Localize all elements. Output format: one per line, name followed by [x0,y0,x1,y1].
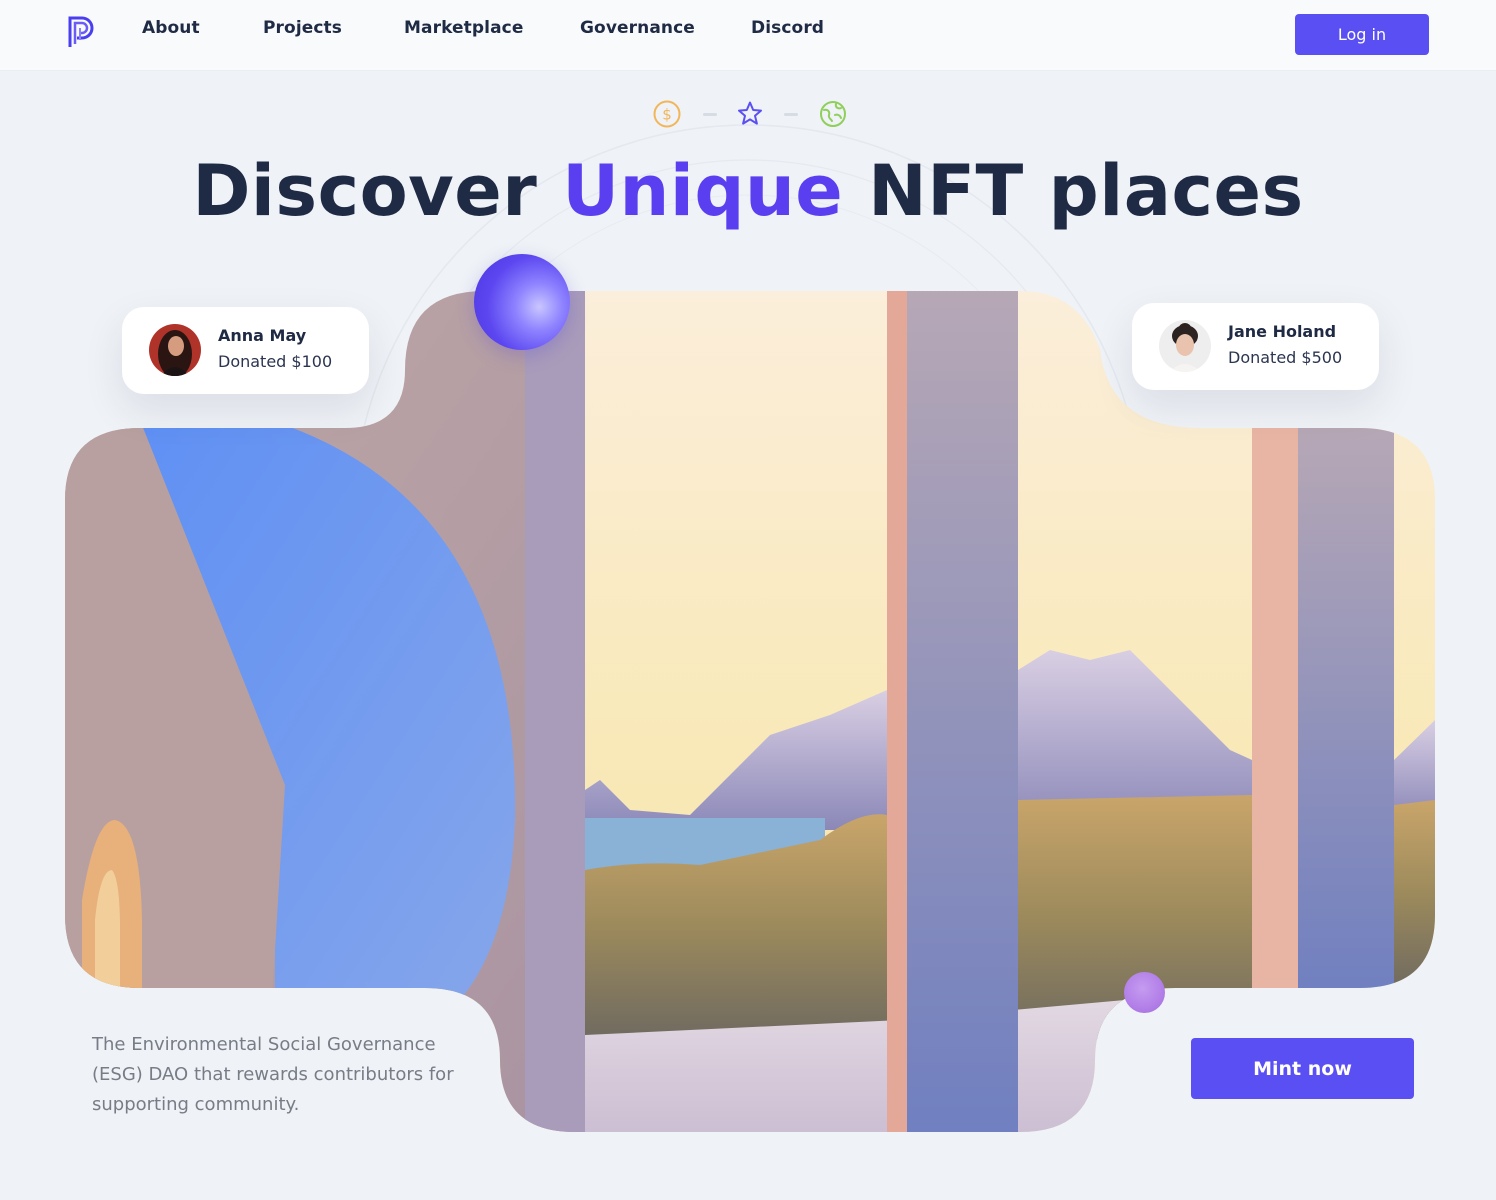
avatar [149,324,201,376]
hero-artwork [65,291,1435,1132]
donor-card: Anna May Donated $100 [122,307,369,394]
donor-amount: Donated $100 [218,352,333,371]
mint-now-button[interactable]: Mint now [1191,1038,1414,1099]
avatar-portrait-icon [149,324,201,376]
decorative-sphere-small [1124,972,1165,1013]
decorative-sphere [474,254,570,350]
tagline: The Environmental Social Governance (ESG… [92,1034,454,1115]
avatar-portrait-icon [1159,320,1211,372]
donor-card: Jane Holand Donated $500 [1132,303,1379,390]
donor-name: Anna May [218,326,307,345]
avatar [1159,320,1211,372]
donor-amount: Donated $500 [1228,348,1343,367]
donor-name: Jane Holand [1228,322,1337,341]
